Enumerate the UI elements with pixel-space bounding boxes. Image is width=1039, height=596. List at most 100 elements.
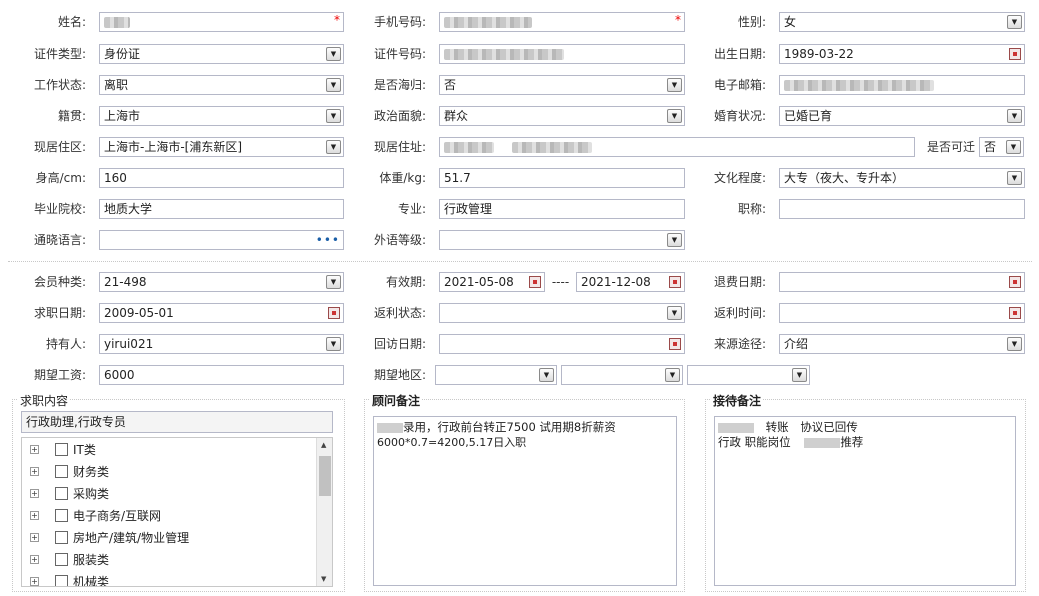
birth-value: 1989-03-22 [784, 47, 854, 61]
plus-icon[interactable]: + [30, 467, 39, 476]
scroll-down-icon[interactable]: ▼ [321, 575, 326, 583]
chevron-down-icon[interactable]: ▼ [665, 368, 680, 382]
id-type-select[interactable]: 身份证 ▼ [99, 44, 344, 64]
height-field[interactable]: 160 [99, 168, 344, 188]
tree-item[interactable]: + 机械类 [30, 572, 310, 587]
tree-item-label: 机械类 [73, 575, 110, 587]
tree-item[interactable]: + IT类 [30, 440, 310, 460]
chevron-down-icon[interactable]: ▼ [326, 78, 341, 92]
rebate-time-field[interactable] [779, 303, 1025, 323]
plus-icon[interactable]: + [30, 489, 39, 498]
source-select[interactable]: 介绍 ▼ [779, 334, 1025, 354]
plus-icon[interactable]: + [30, 533, 39, 542]
valid-to-field[interactable]: 2021-12-08 [576, 272, 685, 292]
salary-field[interactable]: 6000 [99, 365, 344, 385]
scroll-thumb[interactable] [319, 456, 331, 496]
checkbox[interactable] [55, 487, 68, 500]
gender-select[interactable]: 女 ▼ [779, 12, 1025, 32]
chevron-down-icon[interactable]: ▼ [667, 109, 682, 123]
member-type-select[interactable]: 21-498 ▼ [99, 272, 344, 292]
tree-item[interactable]: + 电子商务/互联网 [30, 506, 310, 526]
chevron-down-icon[interactable]: ▼ [667, 78, 682, 92]
chevron-down-icon[interactable]: ▼ [326, 47, 341, 61]
checkbox[interactable] [55, 509, 68, 522]
more-icon[interactable]: ••• [316, 234, 340, 246]
title-field[interactable] [779, 199, 1025, 219]
calendar-icon[interactable] [1009, 48, 1021, 60]
address-field[interactable] [439, 137, 915, 157]
chevron-down-icon[interactable]: ▼ [326, 109, 341, 123]
chevron-down-icon[interactable]: ▼ [667, 306, 682, 320]
chevron-down-icon[interactable]: ▼ [1007, 171, 1022, 185]
weight-field[interactable]: 51.7 [439, 168, 685, 188]
job-date-field[interactable]: 2009-05-01 [99, 303, 344, 323]
region-city-select[interactable]: ▼ [561, 365, 683, 385]
native-select[interactable]: 上海市 ▼ [99, 106, 344, 126]
plus-icon[interactable]: + [30, 555, 39, 564]
foreign-level-select[interactable]: ▼ [439, 230, 685, 250]
relocate-select[interactable]: 否 ▼ [979, 137, 1024, 157]
calendar-icon[interactable] [1009, 276, 1021, 288]
reception-note-textarea[interactable]: 转账 协议已回传 行政 职能岗位 推荐 [714, 416, 1016, 586]
plus-icon[interactable]: + [30, 577, 39, 586]
checkbox[interactable] [55, 553, 68, 566]
chevron-down-icon[interactable]: ▼ [1007, 15, 1022, 29]
checkbox[interactable] [55, 575, 68, 586]
education-select[interactable]: 大专（夜大、专升本） ▼ [779, 168, 1025, 188]
region-district-select[interactable]: ▼ [687, 365, 810, 385]
scroll-up-icon[interactable]: ▲ [321, 441, 326, 449]
id-type-value: 身份证 [104, 47, 141, 61]
political-select[interactable]: 群众 ▼ [439, 106, 685, 126]
residence-area-select[interactable]: 上海市-上海市-[浦东新区] ▼ [99, 137, 344, 157]
major-field[interactable]: 行政管理 [439, 199, 685, 219]
reception-note-line: 转账 协议已回传 [718, 420, 1012, 435]
checkbox[interactable] [55, 531, 68, 544]
email-field[interactable] [779, 75, 1025, 95]
scrollbar[interactable]: ▲ ▼ [316, 438, 332, 586]
consultant-note-text-1: 录用，行政前台转正7500 试用期8折薪资 [403, 420, 616, 434]
region-province-select[interactable]: ▼ [435, 365, 557, 385]
holder-select[interactable]: yirui021 ▼ [99, 334, 344, 354]
name-field[interactable]: * [99, 12, 344, 32]
calendar-icon[interactable] [529, 276, 541, 288]
birth-date-field[interactable]: 1989-03-22 [779, 44, 1025, 64]
chevron-down-icon[interactable]: ▼ [1007, 109, 1022, 123]
checkbox[interactable] [55, 443, 68, 456]
phone-field[interactable]: * [439, 12, 685, 32]
tree-item[interactable]: + 服装类 [30, 550, 310, 570]
chevron-down-icon[interactable]: ▼ [326, 275, 341, 289]
calendar-icon[interactable] [669, 338, 681, 350]
returnee-select[interactable]: 否 ▼ [439, 75, 685, 95]
calendar-icon[interactable] [1009, 307, 1021, 319]
marital-select[interactable]: 已婚已育 ▼ [779, 106, 1025, 126]
tree-item[interactable]: + 房地产/建筑/物业管理 [30, 528, 310, 548]
chevron-down-icon[interactable]: ▼ [1007, 337, 1022, 351]
work-status-select[interactable]: 离职 ▼ [99, 75, 344, 95]
relocate-label: 是否可迁 [926, 140, 975, 154]
job-category-tree[interactable]: + IT类 + 财务类 + 采购类 + 电子商务/互联网 + 房地产/建筑/物业… [21, 437, 333, 587]
chevron-down-icon[interactable]: ▼ [326, 337, 341, 351]
calendar-icon[interactable] [669, 276, 681, 288]
consultant-note-textarea[interactable]: 录用，行政前台转正7500 试用期8折薪资 6000*0.7=4200,5.17… [373, 416, 677, 586]
refund-date-field[interactable] [779, 272, 1025, 292]
checkbox[interactable] [55, 465, 68, 478]
chevron-down-icon[interactable]: ▼ [1006, 140, 1021, 154]
chevron-down-icon[interactable]: ▼ [792, 368, 807, 382]
residence-area-label: 现居住区: [33, 140, 86, 154]
calendar-icon[interactable] [328, 307, 340, 319]
language-label: 通晓语言: [33, 233, 86, 247]
chevron-down-icon[interactable]: ▼ [539, 368, 554, 382]
chevron-down-icon[interactable]: ▼ [667, 233, 682, 247]
plus-icon[interactable]: + [30, 445, 39, 454]
rebate-status-select[interactable]: ▼ [439, 303, 685, 323]
tree-item[interactable]: + 采购类 [30, 484, 310, 504]
valid-from-field[interactable]: 2021-05-08 [439, 272, 545, 292]
plus-icon[interactable]: + [30, 511, 39, 520]
language-field[interactable]: ••• [99, 230, 344, 250]
id-no-field[interactable] [439, 44, 685, 64]
chevron-down-icon[interactable]: ▼ [326, 140, 341, 154]
school-field[interactable]: 地质大学 [99, 199, 344, 219]
birth-label: 出生日期: [713, 47, 766, 61]
tree-item[interactable]: + 财务类 [30, 462, 310, 482]
revisit-date-field[interactable] [439, 334, 685, 354]
